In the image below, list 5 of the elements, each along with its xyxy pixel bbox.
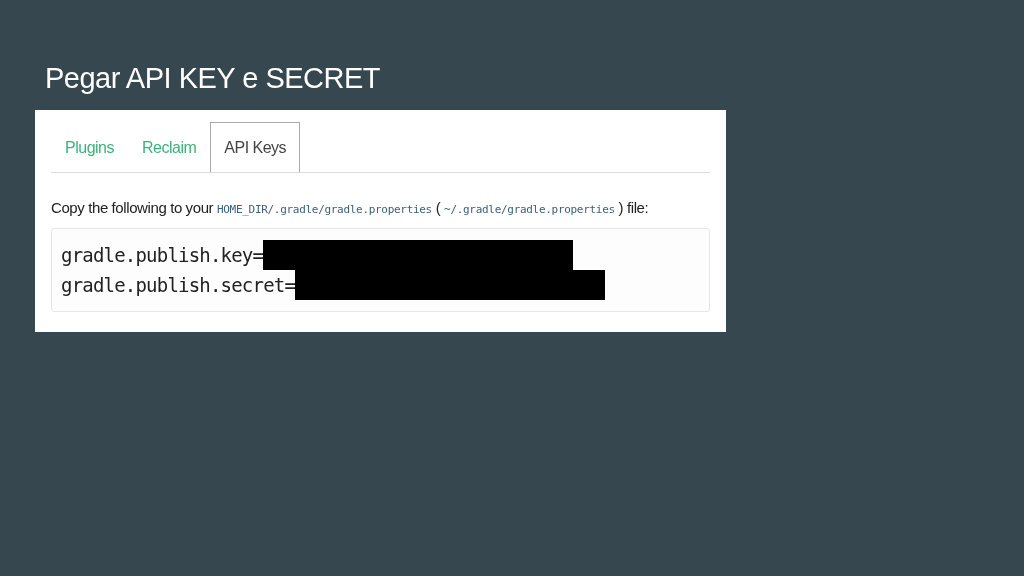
tab[interactable]: API Keys bbox=[210, 122, 301, 172]
code-line: gradle.publish.secret= bbox=[61, 274, 296, 296]
slide-title: Pegar API KEY e SECRET bbox=[45, 61, 382, 96]
instruction-text: Copy the following to your HOME_DIR/.gradle/gradle.properties ( ~/.gradle/gradle.properties ) file: bbox=[51, 199, 650, 216]
code-line: gradle.publish.key= bbox=[61, 244, 264, 266]
